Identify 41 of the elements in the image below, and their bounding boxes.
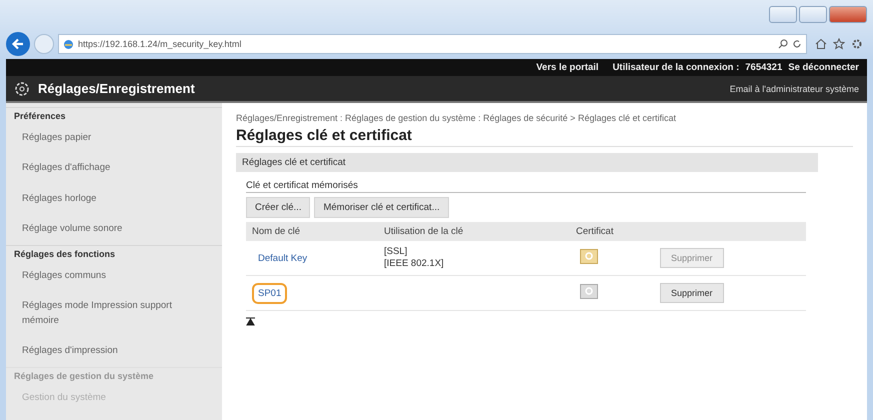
user-label: Utilisateur de la connexion : — [612, 62, 740, 73]
sidebar-item[interactable]: Réglages papier — [6, 124, 222, 154]
section-header: Réglages clé et certificat — [236, 153, 818, 172]
home-icon[interactable] — [815, 38, 827, 50]
sidebar-item[interactable]: Réglages communs — [6, 262, 222, 292]
key-link[interactable]: SP01 — [252, 282, 288, 304]
sidebar-heading: Préférences — [6, 107, 222, 124]
settings-icon[interactable] — [851, 38, 863, 50]
search-icon[interactable] — [778, 39, 788, 49]
portal-link[interactable]: Vers le portail — [536, 62, 599, 73]
refresh-icon[interactable] — [792, 39, 802, 49]
email-link[interactable]: Email à l'administrateur système — [730, 84, 859, 94]
user-id: 7654321 — [745, 62, 782, 73]
key-link[interactable]: Default Key — [252, 248, 314, 268]
column-header: Nom de clé — [246, 222, 378, 241]
action-button[interactable]: Mémoriser clé et certificat... — [314, 197, 449, 218]
breadcrumb: Réglages/Enregistrement : Réglages de gestion du système : Réglages de sécurité > Réglages clé et certificat — [236, 113, 677, 123]
address-field[interactable]: https://192.168.1.24/m_security_key.html — [58, 34, 807, 54]
sidebar-item[interactable]: Réglage volume sonore — [6, 214, 222, 245]
page-top-icon[interactable] — [246, 317, 255, 326]
table-cell-text: [SSL] — [384, 246, 408, 258]
sidebar-item[interactable]: Réglages d'impression — [6, 336, 222, 367]
settings-icon — [14, 80, 30, 96]
arrow-icon — [11, 37, 25, 51]
app-title: Réglages/Enregistrement — [38, 81, 196, 96]
logout-link[interactable]: Se déconnecter — [788, 62, 859, 73]
delete-button[interactable]: Supprimer — [660, 283, 724, 303]
sidebar-item[interactable]: Réglages d'affichage — [6, 154, 222, 184]
column-header: Utilisation de la clé — [378, 222, 570, 241]
page-title: Réglages clé et certificat — [236, 127, 853, 147]
globe-icon — [63, 38, 74, 50]
table-cell-text: [IEEE 802.1X] — [384, 258, 445, 270]
sidebar-item[interactable]: Réglages horloge — [6, 184, 222, 215]
sidebar-heading: Réglages de gestion du système — [6, 367, 222, 384]
star-icon[interactable] — [833, 38, 845, 50]
back-button[interactable] — [6, 32, 30, 56]
sidebar-item[interactable]: Réglages mode Impression support mémoire — [6, 292, 222, 337]
action-button[interactable]: Créer clé... — [246, 197, 310, 218]
subsection-title: Clé et certificat mémorisés — [246, 180, 806, 193]
column-header: Certificat — [570, 222, 654, 241]
sidebar-heading: Réglages des fonctions — [6, 245, 222, 262]
